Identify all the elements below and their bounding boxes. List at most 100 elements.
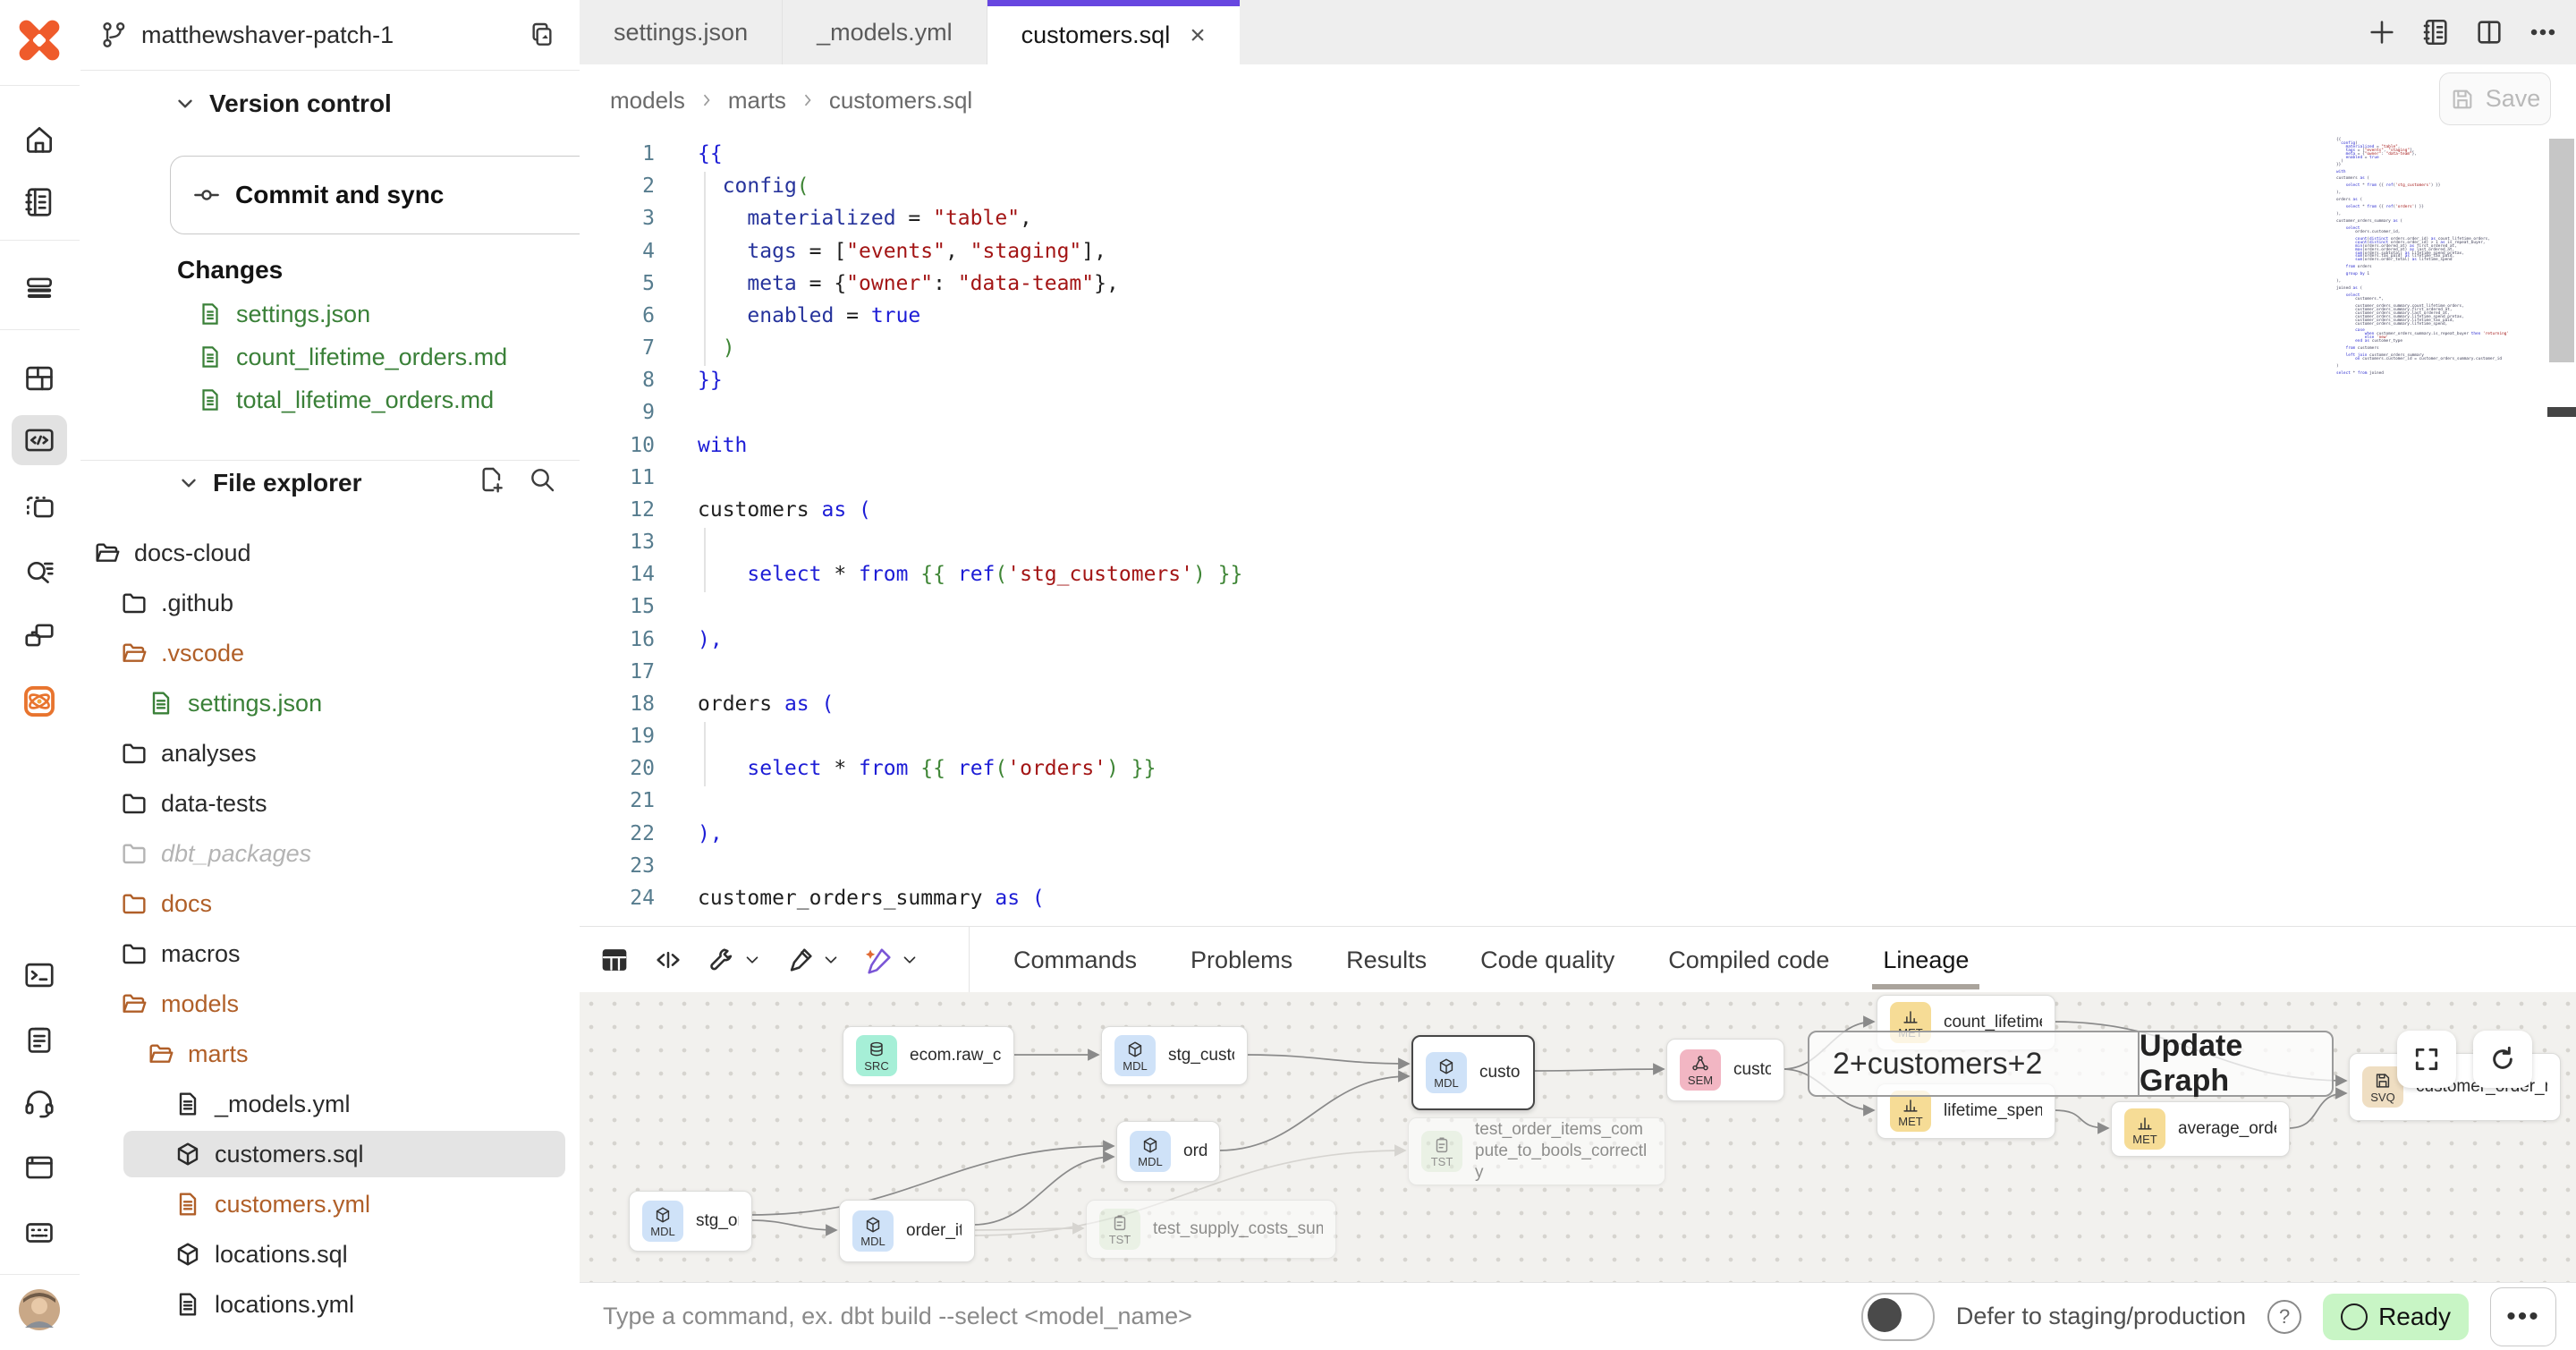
chevron-right-icon [799, 91, 817, 109]
lineage-node-raw_customers[interactable]: SRCecom.raw_customers [843, 1026, 1014, 1085]
tree-item-docs-cloud[interactable]: docs-cloud [80, 528, 580, 578]
dashboard-icon[interactable] [12, 353, 67, 403]
layers-icon[interactable] [12, 264, 67, 314]
tree-item--models-yml[interactable]: _models.yml [80, 1079, 580, 1129]
tab--models-yml[interactable]: _models.yml [783, 0, 987, 64]
dbt-logo-icon[interactable] [12, 13, 67, 68]
node-label: ecom.raw_customers [910, 1046, 1001, 1066]
changed-file[interactable]: count_lifetime_orders.md [197, 335, 565, 379]
tree-item-locations-sql[interactable]: locations.sql [80, 1229, 580, 1279]
tree-item-settings-json[interactable]: settings.json+ [80, 678, 580, 728]
changed-file[interactable]: settings.json [197, 292, 565, 336]
command-input[interactable]: Type a command, ex. dbt build --select <… [603, 1283, 1192, 1350]
panel-tab-problems[interactable]: Problems [1191, 927, 1292, 993]
line-number: 10 [580, 429, 655, 463]
lineage-node-test_order_items[interactable]: TSTtest_order_items_compute_to_bools_cor… [1408, 1117, 1665, 1185]
line-number: 17 [580, 656, 655, 689]
code-editor-icon[interactable] [12, 415, 67, 465]
lineage-node-stg_orders[interactable]: MDLstg_orders [629, 1191, 752, 1252]
terminal-icon[interactable] [12, 950, 67, 1000]
panel-tab-commands[interactable]: Commands [1013, 927, 1137, 993]
notebook-icon[interactable] [2420, 17, 2451, 47]
commit-and-sync-main[interactable]: Commit and sync [171, 157, 589, 233]
tree-item--vscode[interactable]: .vscode [80, 628, 580, 678]
build-icon[interactable] [707, 945, 762, 975]
code-editor[interactable]: 1{{2 config(3 materialized = "table",4 t… [580, 136, 2576, 926]
frames-icon[interactable] [12, 481, 67, 531]
lineage-node-customers_sem[interactable]: SEMcustomers [1666, 1039, 1784, 1101]
selector-input[interactable]: 2+customers+2 [1809, 1032, 2138, 1095]
browser-icon[interactable] [12, 1142, 67, 1193]
copilot-icon[interactable] [12, 676, 67, 726]
changed-file[interactable]: total_lifetime_orders.md [197, 378, 565, 422]
fullscreen-button[interactable] [2397, 1031, 2456, 1088]
branch-name[interactable]: matthewshaver-patch-1 [141, 21, 394, 49]
node-label: stg_orders [696, 1211, 739, 1231]
more-options-icon[interactable] [2528, 17, 2558, 47]
new-file-icon[interactable] [478, 465, 506, 494]
headset-icon[interactable] [12, 1078, 67, 1128]
format-icon[interactable] [785, 945, 841, 975]
line-number: 24 [580, 882, 655, 915]
tree-item-customers-yml[interactable]: customers.yml [80, 1179, 580, 1229]
panel-tab-results[interactable]: Results [1346, 927, 1427, 993]
node-label: orders [1183, 1142, 1207, 1161]
windows-icon[interactable] [12, 610, 67, 660]
version-control-header[interactable]: Version control [174, 89, 392, 118]
search-icon[interactable] [528, 465, 556, 494]
tree-item-locations-yml[interactable]: locations.yml [80, 1279, 580, 1329]
refresh-button[interactable] [2473, 1031, 2532, 1088]
line-number: 23 [580, 850, 655, 883]
lineage-node-customers_mdl[interactable]: MDLcustomers [1411, 1035, 1535, 1110]
keypad-icon[interactable] [12, 1208, 67, 1258]
code-line: orders as ( [698, 688, 834, 721]
breadcrumb-item[interactable]: marts [728, 87, 786, 115]
defer-toggle[interactable] [1861, 1293, 1935, 1341]
help-icon[interactable]: ? [2267, 1300, 2301, 1334]
breadcrumb-item[interactable]: models [610, 87, 685, 115]
lineage-node-stg_customers[interactable]: MDLstg_customers [1101, 1026, 1248, 1085]
tree-item-models[interactable]: models [80, 979, 580, 1029]
lineage-canvas[interactable]: SRCecom.raw_customers MDLstg_customers MDL… [580, 992, 2576, 1282]
tree-item-macros[interactable]: macros [80, 929, 580, 979]
tree-item-customers-sql[interactable]: customers.sql [80, 1129, 580, 1179]
clipboard-icon[interactable] [12, 1015, 67, 1065]
commit-icon [192, 181, 221, 209]
lineage-node-order_items[interactable]: MDLorder_items [839, 1200, 975, 1262]
save-button[interactable]: Save [2439, 72, 2551, 125]
status-more-button[interactable]: ••• [2490, 1287, 2556, 1346]
tree-item-analyses[interactable]: analyses [80, 728, 580, 778]
home-icon[interactable] [12, 115, 67, 165]
split-editor-icon[interactable] [2474, 17, 2504, 47]
branch-header: matthewshaver-patch-1 [80, 0, 580, 71]
lineage-node-test_supply[interactable]: TSTtest_supply_costs_sum_correctly [1086, 1200, 1336, 1259]
editor-scrollbar[interactable] [2549, 139, 2574, 362]
avatar[interactable] [12, 1285, 67, 1335]
node-label: count_lifetime_orders [1944, 1013, 2042, 1032]
lineage-node-orders[interactable]: MDLorders [1116, 1121, 1220, 1182]
tree-item-dbt-packages[interactable]: dbt_packages [80, 828, 580, 879]
tree-item--github[interactable]: .github [80, 578, 580, 628]
compile-code-icon[interactable] [653, 945, 683, 975]
minimap[interactable]: {{ config( materialized = "table", tags … [2336, 139, 2488, 376]
tree-item-data-tests[interactable]: data-tests [80, 778, 580, 828]
lineage-node-average_order_value[interactable]: METaverage_order_value [2111, 1101, 2290, 1157]
panel-tab-compiled-code[interactable]: Compiled code [1668, 927, 1829, 993]
close-tab-icon[interactable]: × [1190, 21, 1206, 51]
line-number: 22 [580, 818, 655, 851]
tab-settings-json[interactable]: settings.json [580, 0, 783, 64]
breadcrumb-item[interactable]: customers.sql [829, 87, 972, 115]
panel-tab-code-quality[interactable]: Code quality [1480, 927, 1614, 993]
dbt-fix-icon[interactable] [864, 945, 919, 975]
commit-and-sync-button[interactable]: Commit and sync [170, 156, 649, 234]
new-tab-icon[interactable] [2367, 17, 2397, 47]
panel-tab-lineage[interactable]: Lineage [1883, 927, 1969, 993]
notebook-icon[interactable] [12, 177, 67, 227]
search-logs-icon[interactable] [12, 546, 67, 596]
tree-item-marts[interactable]: marts [80, 1029, 580, 1079]
copy-branch-icon[interactable] [528, 21, 556, 49]
tab-customers-sql[interactable]: customers.sql× [987, 0, 1240, 64]
tree-item-docs[interactable]: docs [80, 879, 580, 929]
preview-table-icon[interactable] [599, 945, 630, 975]
update-graph-button[interactable]: Update Graph [2138, 1032, 2332, 1095]
